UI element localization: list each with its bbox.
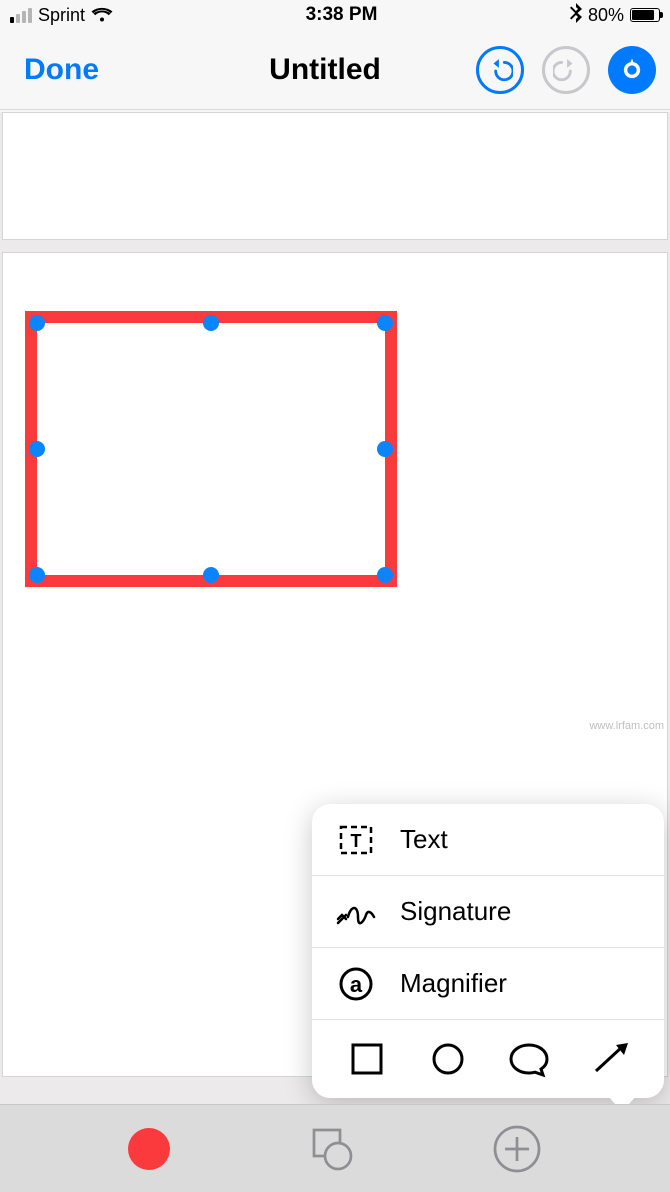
bluetooth-icon	[570, 3, 582, 28]
watermark: www.lrfam.com	[589, 720, 664, 732]
shape-rectangle-button[interactable]	[339, 1031, 395, 1087]
wifi-icon	[91, 7, 113, 23]
resize-handle-nw[interactable]	[29, 315, 45, 331]
redo-button[interactable]	[542, 46, 590, 94]
color-picker-button[interactable]	[128, 1128, 170, 1170]
resize-handle-se[interactable]	[377, 567, 393, 583]
nav-bar: Done Untitled	[0, 30, 670, 110]
text-icon: T	[334, 821, 378, 859]
status-bar: Sprint 3:38 PM 80%	[0, 0, 670, 30]
add-button[interactable]	[492, 1124, 542, 1174]
popover-item-magnifier[interactable]: a Magnifier	[312, 948, 664, 1020]
resize-handle-w[interactable]	[29, 441, 45, 457]
resize-handle-s[interactable]	[203, 567, 219, 583]
status-right: 80%	[570, 3, 660, 28]
markup-button[interactable]	[608, 46, 656, 94]
popover-shape-row	[312, 1020, 664, 1098]
selected-rectangle-shape[interactable]	[25, 311, 397, 587]
resize-handle-ne[interactable]	[377, 315, 393, 331]
page-title: Untitled	[269, 53, 381, 87]
popover-item-text[interactable]: T Text	[312, 804, 664, 876]
popover-item-label: Signature	[400, 896, 511, 927]
shape-speech-bubble-button[interactable]	[501, 1031, 557, 1087]
shape-arrow-button[interactable]	[582, 1031, 638, 1087]
markup-toolbar	[0, 1104, 670, 1192]
undo-button[interactable]	[476, 46, 524, 94]
status-left: Sprint	[10, 5, 113, 26]
shape-style-button[interactable]	[306, 1124, 356, 1174]
current-color-icon	[128, 1128, 170, 1170]
resize-handle-e[interactable]	[377, 441, 393, 457]
add-shape-popover: T Text Signature a Magnifier	[312, 804, 664, 1098]
popover-item-label: Magnifier	[400, 968, 507, 999]
carrier-label: Sprint	[38, 5, 85, 26]
signature-icon	[334, 895, 378, 929]
svg-text:a: a	[350, 972, 363, 997]
battery-percent: 80%	[588, 5, 624, 26]
resize-handle-n[interactable]	[203, 315, 219, 331]
magnifier-icon: a	[334, 964, 378, 1004]
shape-ellipse-button[interactable]	[420, 1031, 476, 1087]
battery-icon	[630, 8, 660, 22]
status-time: 3:38 PM	[306, 4, 378, 26]
signal-icon	[10, 8, 32, 23]
svg-text:T: T	[351, 831, 362, 851]
resize-handle-sw[interactable]	[29, 567, 45, 583]
document-page-1[interactable]	[2, 112, 668, 240]
popover-item-signature[interactable]: Signature	[312, 876, 664, 948]
done-button[interactable]: Done	[24, 53, 99, 87]
popover-item-label: Text	[400, 824, 448, 855]
